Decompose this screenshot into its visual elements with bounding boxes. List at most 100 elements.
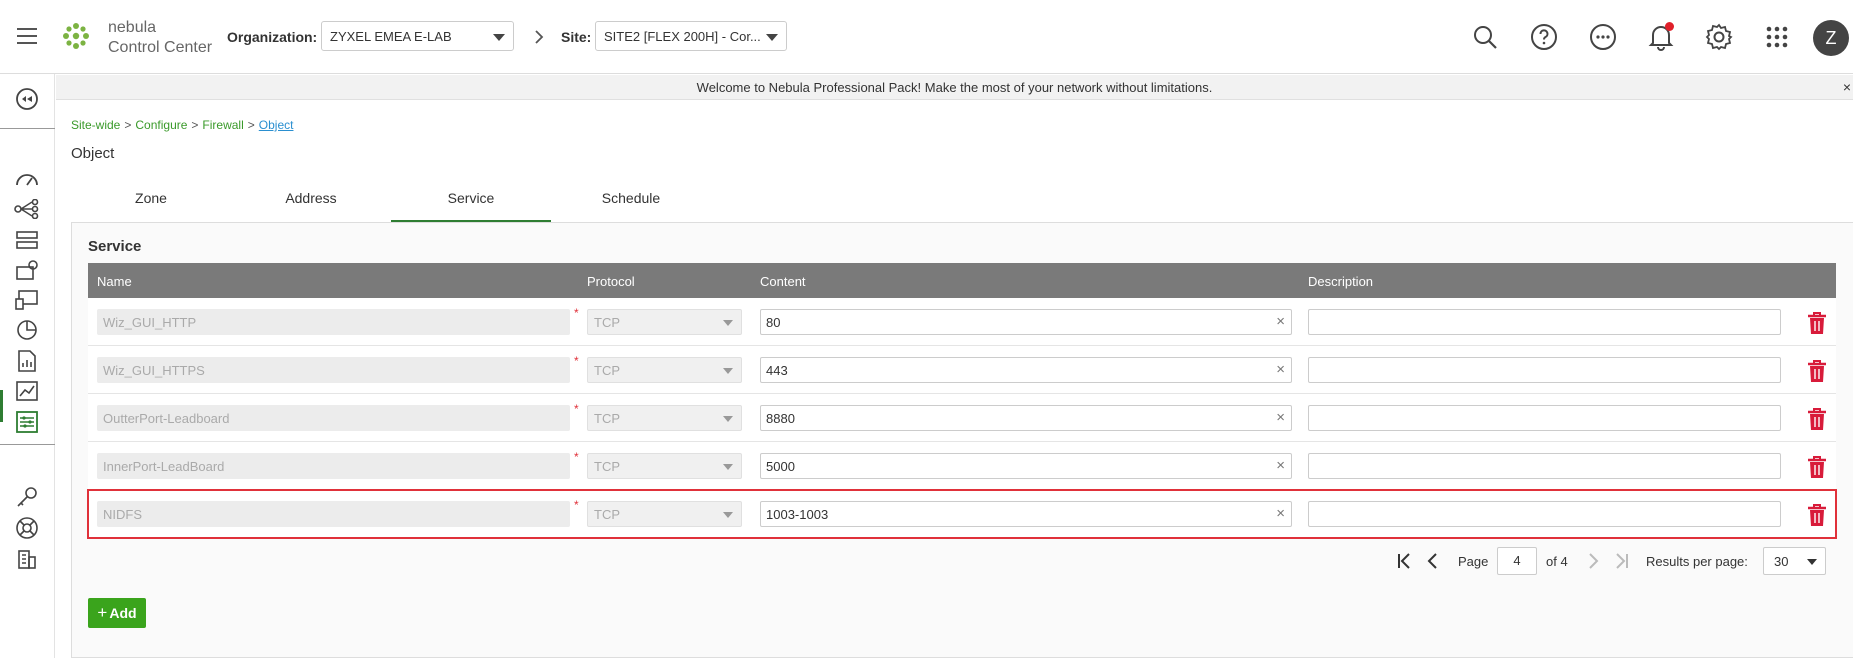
description-input[interactable] (1308, 309, 1781, 335)
required-marker: * (574, 354, 579, 368)
org-select[interactable]: ZYXEL EMEA E-LAB (321, 21, 514, 51)
pie-chart-icon[interactable] (14, 317, 40, 343)
name-field: Wiz_GUI_HTTPS (97, 357, 570, 383)
clear-icon[interactable]: × (1276, 313, 1285, 330)
results-per-page-value: 30 (1774, 554, 1789, 569)
breadcrumb-separator: > (247, 118, 255, 132)
sidebar-divider (0, 444, 55, 445)
content-input[interactable]: 8880 × (760, 405, 1292, 431)
apps-grid-icon[interactable] (1762, 22, 1792, 52)
report-icon[interactable] (14, 348, 40, 374)
sidebar-active-indicator (0, 390, 3, 422)
search-icon[interactable] (1470, 22, 1500, 52)
content-value: 1003-1003 (766, 507, 829, 522)
tab-address[interactable]: Address (231, 185, 391, 222)
firewall-config-icon[interactable] (14, 409, 40, 435)
brand-name: nebula Control Center (108, 18, 212, 58)
content-value: 80 (766, 315, 781, 330)
protocol-value: TCP (594, 459, 620, 474)
tab-schedule[interactable]: Schedule (551, 185, 711, 222)
required-marker: * (574, 498, 579, 512)
tab-zone[interactable]: Zone (71, 185, 231, 222)
server-icon[interactable] (14, 227, 40, 253)
trash-icon[interactable] (1806, 503, 1828, 527)
add-button-label: Add (109, 605, 137, 621)
protocol-select: TCP (587, 405, 742, 431)
more-icon[interactable] (1588, 22, 1618, 52)
protocol-value: TCP (594, 363, 620, 378)
org-label: Organization: (227, 29, 318, 45)
trash-icon[interactable] (1806, 407, 1828, 431)
chevron-down-icon (723, 368, 733, 374)
page-title: Object (71, 145, 115, 162)
results-per-page-select[interactable]: 30 (1763, 547, 1826, 575)
org-select-value: ZYXEL EMEA E-LAB (330, 29, 452, 44)
breadcrumb-firewall[interactable]: Firewall (202, 118, 243, 132)
gear-icon[interactable] (1704, 22, 1734, 52)
chevron-down-icon (723, 512, 733, 518)
gauge-icon[interactable] (14, 166, 40, 192)
page-number-input[interactable]: 4 (1497, 547, 1537, 575)
help-icon[interactable] (1529, 22, 1559, 52)
content-value: 5000 (766, 459, 795, 474)
plus-icon: + (97, 603, 108, 622)
content-input[interactable]: 80 × (760, 309, 1292, 335)
line-chart-icon[interactable] (14, 378, 40, 404)
protocol-select: TCP (587, 309, 742, 335)
last-page-icon (1616, 553, 1628, 569)
required-marker: * (574, 306, 579, 320)
add-button[interactable]: + Add (88, 598, 146, 628)
topology-icon[interactable] (14, 196, 40, 222)
clear-icon[interactable]: × (1276, 409, 1285, 426)
site-select[interactable]: SITE2 [FLEX 200H] - Cor... (595, 21, 787, 51)
description-input[interactable] (1308, 357, 1781, 383)
close-icon[interactable]: × (1843, 75, 1851, 100)
prev-page-icon[interactable] (1426, 552, 1440, 570)
monitor-icon[interactable] (14, 287, 40, 313)
chevron-down-icon (1807, 559, 1817, 565)
table-row: Wiz_GUI_HTTPS * TCP 443 × (88, 346, 1836, 394)
protocol-select: TCP (587, 501, 742, 527)
first-page-icon[interactable] (1396, 552, 1412, 570)
trash-icon[interactable] (1806, 359, 1828, 383)
breadcrumb-site-wide[interactable]: Site-wide (71, 118, 120, 132)
top-bar: nebula Control Center Organization: ZYXE… (0, 0, 1853, 74)
device-settings-icon[interactable] (14, 257, 40, 283)
clear-icon[interactable]: × (1276, 457, 1285, 474)
tab-service[interactable]: Service (391, 185, 551, 222)
key-icon[interactable] (14, 484, 40, 510)
menu-icon[interactable] (17, 28, 37, 44)
support-icon[interactable] (14, 515, 40, 541)
column-header-protocol: Protocol (587, 274, 635, 289)
required-marker: * (574, 450, 579, 464)
name-field: NIDFS (97, 501, 570, 527)
trash-icon[interactable] (1806, 311, 1828, 335)
next-page-icon (1589, 553, 1599, 569)
building-icon[interactable] (14, 546, 40, 572)
content-input[interactable]: 1003-1003 × (760, 501, 1292, 527)
protocol-value: TCP (594, 411, 620, 426)
name-field: InnerPort-LeadBoard (97, 453, 570, 479)
breadcrumb-object[interactable]: Object (259, 118, 294, 132)
table-header: Name Protocol Content Description (88, 263, 1836, 298)
description-input[interactable] (1308, 405, 1781, 431)
content-input[interactable]: 443 × (760, 357, 1292, 383)
breadcrumb-configure[interactable]: Configure (135, 118, 187, 132)
description-input[interactable] (1308, 501, 1781, 527)
banner-text: Welcome to Nebula Professional Pack! Mak… (696, 80, 1213, 95)
bell-icon[interactable] (1646, 22, 1676, 52)
content-input[interactable]: 5000 × (760, 453, 1292, 479)
clear-icon[interactable]: × (1276, 361, 1285, 378)
dashboard-toggle-icon[interactable] (14, 86, 40, 112)
results-per-page-label: Results per page: (1646, 554, 1748, 569)
brand-line2: Control Center (108, 39, 213, 56)
nebula-logo (63, 23, 89, 49)
avatar[interactable]: Z (1813, 20, 1849, 56)
protocol-select: TCP (587, 357, 742, 383)
clear-icon[interactable]: × (1276, 505, 1285, 522)
description-input[interactable] (1308, 453, 1781, 479)
table-row-selected: NIDFS * TCP 1003-1003 × (87, 489, 1837, 539)
column-header-description: Description (1308, 274, 1374, 289)
content-value: 443 (766, 363, 788, 378)
trash-icon[interactable] (1806, 455, 1828, 479)
